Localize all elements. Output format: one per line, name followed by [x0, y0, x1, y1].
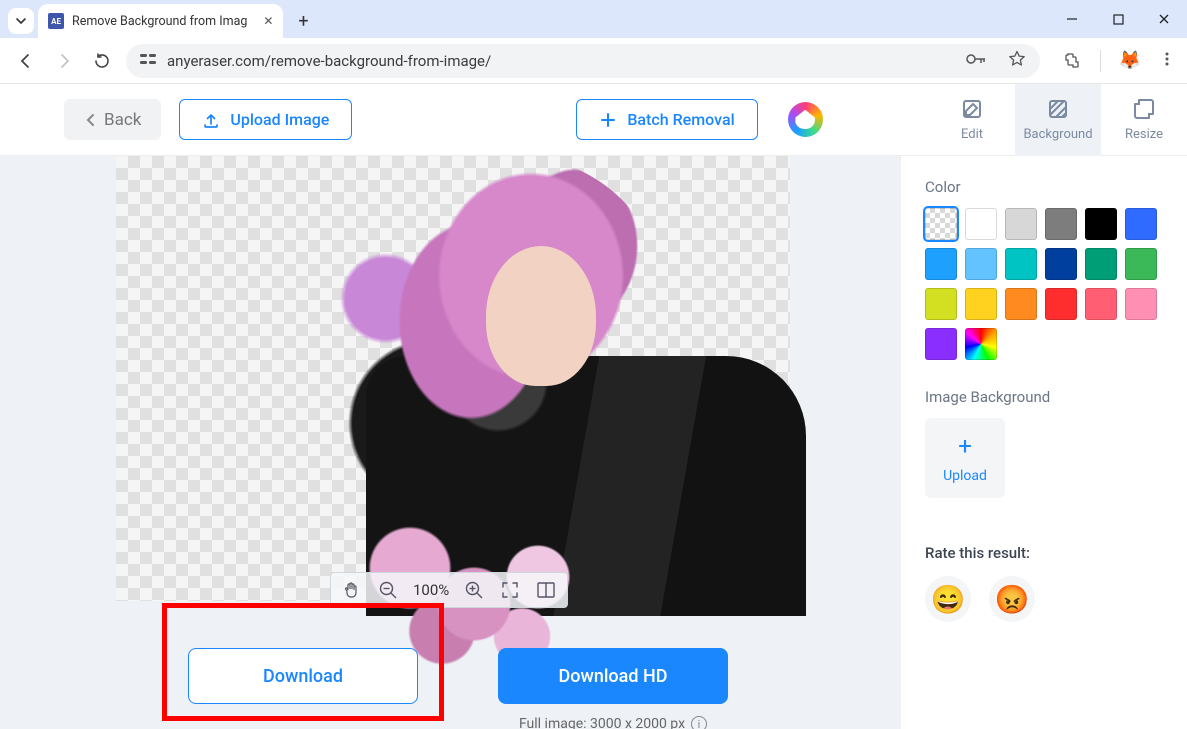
browser-tab-strip: AE Remove Background from Imag ✕ +: [0, 0, 1187, 38]
color-swatch[interactable]: [925, 328, 957, 360]
plus-icon: [599, 111, 617, 129]
tool-background[interactable]: Background: [1015, 84, 1101, 156]
extensions-icon[interactable]: [1062, 51, 1082, 71]
color-swatch[interactable]: [1005, 208, 1037, 240]
color-swatch[interactable]: [1005, 248, 1037, 280]
info-icon[interactable]: i: [691, 716, 707, 729]
download-label: Download: [263, 666, 343, 687]
color-swatch[interactable]: [965, 248, 997, 280]
nav-back-button[interactable]: [12, 47, 40, 75]
tabs-dropdown-button[interactable]: [8, 8, 34, 34]
color-swatch-picker[interactable]: [965, 328, 997, 360]
close-tab-icon[interactable]: ✕: [263, 14, 273, 28]
image-background-label: Image Background: [925, 388, 1187, 406]
color-swatch[interactable]: [1125, 288, 1157, 320]
new-tab-button[interactable]: +: [289, 7, 317, 35]
color-swatch[interactable]: [1085, 208, 1117, 240]
chevron-left-icon: [84, 113, 98, 127]
color-swatch-grid: [925, 208, 1165, 360]
compare-toggle-button[interactable]: [535, 579, 557, 601]
color-swatch[interactable]: [1005, 288, 1037, 320]
browser-tab[interactable]: AE Remove Background from Imag ✕: [38, 4, 283, 38]
upload-image-button[interactable]: Upload Image: [179, 99, 352, 140]
download-hd-label: Download HD: [559, 666, 668, 687]
app-header: Back Upload Image Batch Removal Edit Bac…: [0, 84, 1187, 156]
rate-row: 😄 😡: [925, 576, 1187, 622]
back-button[interactable]: Back: [64, 99, 161, 140]
color-swatch[interactable]: [925, 288, 957, 320]
workspace: 100% Download placeholder Download HD Fu…: [0, 156, 900, 729]
edit-icon: [960, 97, 984, 121]
color-section-label: Color: [925, 178, 1187, 196]
batch-removal-label: Batch Removal: [627, 110, 734, 129]
tool-edit-label: Edit: [961, 127, 983, 142]
upload-image-label: Upload Image: [230, 110, 329, 129]
upload-tile-label: Upload: [943, 468, 987, 484]
color-swatch[interactable]: [1045, 288, 1077, 320]
resize-icon: [1132, 97, 1156, 121]
rate-good-button[interactable]: 😄: [925, 576, 971, 622]
color-swatch[interactable]: [1125, 248, 1157, 280]
zoom-out-button[interactable]: [377, 579, 399, 601]
background-icon: [1046, 97, 1070, 121]
window-maximize-button[interactable]: [1095, 0, 1141, 38]
zoom-level: 100%: [413, 581, 449, 599]
upload-background-tile[interactable]: + Upload: [925, 418, 1005, 498]
nav-reload-button[interactable]: [88, 47, 116, 75]
favicon-icon: AE: [48, 13, 64, 29]
zoom-in-button[interactable]: [463, 579, 485, 601]
canvas-preview[interactable]: [116, 156, 790, 601]
user-avatar[interactable]: [788, 102, 823, 137]
tool-resize-label: Resize: [1125, 127, 1163, 142]
plus-icon: +: [958, 432, 972, 460]
batch-removal-button[interactable]: Batch Removal: [576, 99, 757, 140]
window-minimize-button[interactable]: [1049, 0, 1095, 38]
color-swatch[interactable]: [1045, 208, 1077, 240]
rate-label: Rate this result:: [925, 544, 1187, 562]
tool-tabs: Edit Background Resize: [929, 84, 1187, 156]
tab-title: Remove Background from Imag: [72, 14, 247, 29]
color-swatch[interactable]: [1085, 288, 1117, 320]
site-settings-icon[interactable]: [140, 52, 157, 70]
download-button[interactable]: Download: [188, 648, 418, 704]
download-row: Download placeholder Download HD Full im…: [162, 638, 754, 729]
window-close-button[interactable]: [1141, 0, 1187, 38]
color-swatch[interactable]: [925, 248, 957, 280]
pinned-extension-icon[interactable]: 🦊: [1119, 50, 1141, 71]
color-swatch[interactable]: [1125, 208, 1157, 240]
upload-icon: [202, 111, 220, 129]
result-image: [306, 156, 826, 601]
rate-bad-button[interactable]: 😡: [989, 576, 1035, 622]
fit-screen-button[interactable]: [499, 579, 521, 601]
color-swatch[interactable]: [965, 288, 997, 320]
address-bar[interactable]: anyeraser.com/remove-background-from-ima…: [126, 44, 1040, 78]
tool-background-label: Background: [1023, 127, 1092, 142]
tool-edit[interactable]: Edit: [929, 84, 1015, 156]
hand-tool-icon[interactable]: [341, 579, 363, 601]
bookmark-star-icon[interactable]: [1008, 50, 1026, 72]
browser-toolbar: anyeraser.com/remove-background-from-ima…: [0, 38, 1187, 84]
full-image-meta: Full image: 3000 x 2000 px: [519, 716, 685, 729]
browser-menu-button[interactable]: [1159, 51, 1175, 71]
download-hd-button[interactable]: Download HD: [498, 648, 728, 704]
tool-resize[interactable]: Resize: [1101, 84, 1187, 156]
main-area: 100% Download placeholder Download HD Fu…: [0, 156, 1187, 729]
color-swatch[interactable]: [965, 208, 997, 240]
sidebar: Color Image Background + Upload Rate thi…: [900, 156, 1187, 729]
password-key-icon[interactable]: [966, 52, 986, 70]
back-label: Back: [104, 110, 141, 130]
color-swatch[interactable]: [1045, 248, 1077, 280]
color-swatch-transparent[interactable]: [925, 208, 957, 240]
nav-forward-button[interactable]: [50, 47, 78, 75]
color-swatch[interactable]: [1085, 248, 1117, 280]
url-text: anyeraser.com/remove-background-from-ima…: [167, 52, 491, 70]
